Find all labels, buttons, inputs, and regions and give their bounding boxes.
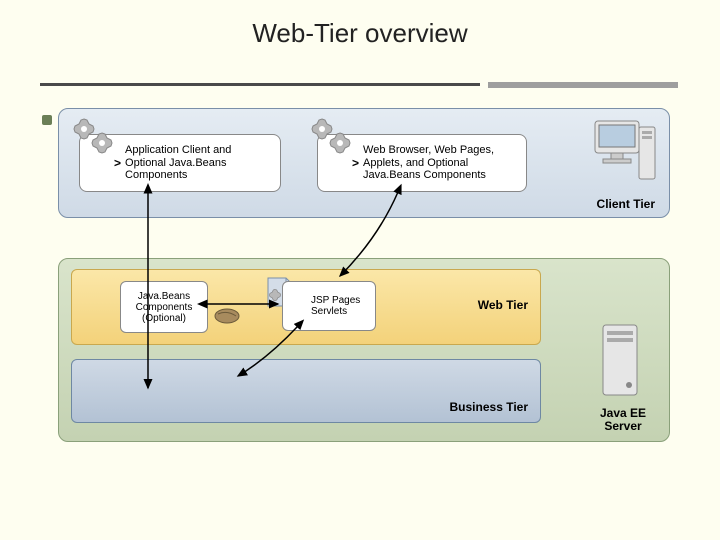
server-tower-icon: [585, 309, 655, 419]
client-app-box: > Application Client and Optional Java.B…: [79, 134, 281, 192]
javabeans-box: Java.Beans Components (Optional): [120, 281, 208, 333]
client-tier-container: > Application Client and Optional Java.B…: [58, 108, 670, 218]
divider-dark: [40, 83, 480, 86]
jsp-box: JSP Pages Servlets: [282, 281, 376, 331]
business-tier-container: Business Tier: [71, 359, 541, 423]
client-web-box: > Web Browser, Web Pages, Applets, and O…: [317, 134, 527, 192]
server-container: Java.Beans Components (Optional) JSP Pag…: [58, 258, 670, 442]
bullet-icon: [42, 115, 52, 125]
divider-light: [488, 82, 678, 88]
client-web-text: Web Browser, Web Pages, Applets, and Opt…: [363, 144, 526, 182]
slide: Web-Tier overview > Application Client a…: [0, 0, 720, 540]
web-tier-label: Web Tier: [478, 298, 528, 312]
pc-icon: [589, 117, 659, 195]
client-tier-label: Client Tier: [597, 197, 655, 211]
diagram: > Application Client and Optional Java.B…: [58, 108, 668, 450]
business-tier-label: Business Tier: [450, 400, 528, 414]
web-tier-container: Java.Beans Components (Optional) JSP Pag…: [71, 269, 541, 345]
gear-icon: [310, 117, 356, 161]
gear-icon: [72, 117, 118, 161]
slide-title: Web-Tier overview: [0, 18, 720, 49]
bean-icon: [214, 308, 240, 324]
server-label: Java EE Server: [583, 407, 663, 433]
client-app-text: Application Client and Optional Java.Bea…: [125, 144, 280, 182]
